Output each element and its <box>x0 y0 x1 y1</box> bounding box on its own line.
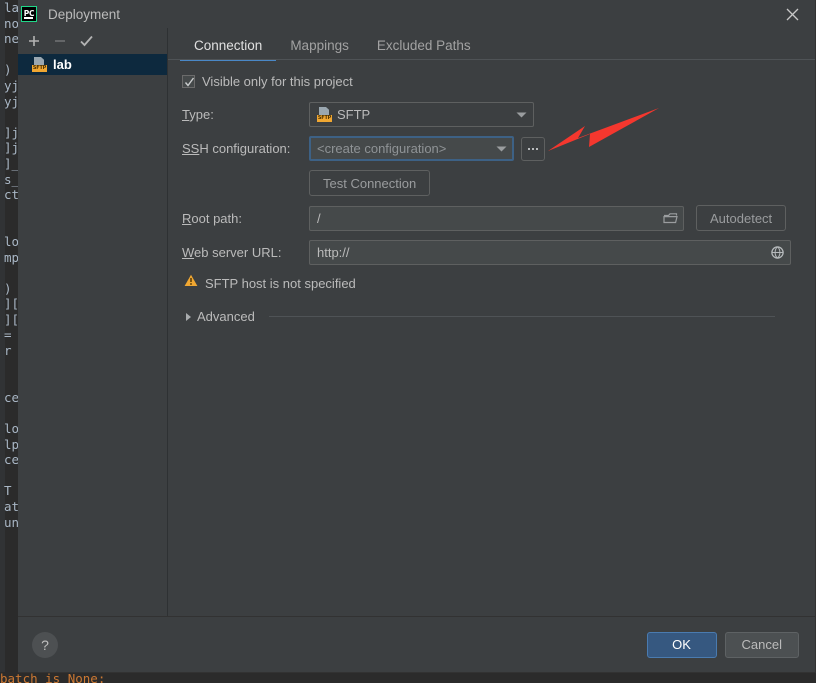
root-path-row: Root path: / Autodetect <box>182 205 795 231</box>
test-connection-row: Test Connection <box>182 170 795 196</box>
visible-only-checkbox[interactable] <box>182 75 195 88</box>
check-icon[interactable] <box>74 30 98 52</box>
tab-connection[interactable]: Connection <box>180 38 277 61</box>
close-icon[interactable] <box>769 0 815 28</box>
connection-form: Visible only for this project Type: SFTP… <box>168 60 815 324</box>
type-label: Type: <box>182 107 214 122</box>
ssh-configuration-value: <create configuration> <box>317 141 447 156</box>
deployment-servers-panel: SFTP lab <box>18 28 168 616</box>
type-combobox[interactable]: SFTP SFTP <box>309 102 534 127</box>
autodetect-button[interactable]: Autodetect <box>696 205 787 231</box>
pycharm-logo-text: PC <box>23 8 35 18</box>
root-path-value: / <box>317 210 321 226</box>
help-button[interactable]: ? <box>32 631 58 658</box>
ok-button[interactable]: OK <box>646 631 717 658</box>
tab-mappings[interactable]: Mappings <box>276 38 363 60</box>
web-server-url-row: Web server URL: http:// <box>182 240 795 265</box>
minus-icon <box>48 30 72 52</box>
plus-icon[interactable] <box>22 30 46 52</box>
type-row: Type: SFTP SFTP <box>182 102 795 127</box>
globe-icon[interactable] <box>770 245 785 260</box>
advanced-divider <box>268 316 775 317</box>
servers-list: SFTP lab <box>18 54 167 616</box>
list-item[interactable]: SFTP lab <box>18 54 167 75</box>
dialog-titlebar: PC Deployment <box>18 0 815 28</box>
ssh-configuration-row: SSH configuration: <create configuration… <box>182 136 795 161</box>
ssh-configuration-label: SSH configuration: <box>182 141 291 156</box>
warning-message: SFTP host is not specified <box>184 274 795 292</box>
editor-code-sliver: la no ne ) yj yj ]j ]j ]_ s_ ct lo mp ) … <box>4 0 18 530</box>
dialog-footer: ? OK Cancel <box>18 617 815 672</box>
dialog-body: SFTP lab Connection Mappings Excluded Pa… <box>18 28 815 617</box>
cancel-button[interactable]: Cancel <box>724 631 799 658</box>
visible-only-label: Visible only for this project <box>202 74 353 89</box>
warning-icon <box>184 274 198 292</box>
advanced-section-header[interactable]: Advanced <box>186 309 795 324</box>
editor-bottom-sliver: batch_is_None: <box>0 672 816 683</box>
sftp-icon: SFTP <box>32 57 47 72</box>
pycharm-logo-bar <box>24 17 33 19</box>
server-name-label: lab <box>53 57 72 72</box>
ssh-configuration-combobox[interactable]: <create configuration> <box>309 136 514 161</box>
root-path-label: Root path: <box>182 210 242 226</box>
web-server-url-label: Web server URL: <box>182 245 282 260</box>
web-server-url-value: http:// <box>317 245 350 260</box>
warning-text: SFTP host is not specified <box>205 275 356 291</box>
deployment-dialog: PC Deployment SFTP lab Connection Mappin… <box>18 0 816 673</box>
pycharm-logo-icon: PC <box>21 6 37 22</box>
type-value: SFTP <box>337 107 371 122</box>
chevron-right-icon <box>186 312 191 321</box>
tab-excluded-paths[interactable]: Excluded Paths <box>363 38 485 60</box>
root-path-input[interactable]: / <box>309 205 684 231</box>
folder-icon[interactable] <box>663 212 678 225</box>
sftp-icon: SFTP <box>317 107 332 122</box>
servers-toolbar <box>18 28 167 54</box>
screen: la no ne ) yj yj ]j ]j ]_ s_ ct lo mp ) … <box>0 0 816 683</box>
advanced-label: Advanced <box>197 309 255 324</box>
ssh-browse-button[interactable] <box>521 136 545 161</box>
visible-only-row[interactable]: Visible only for this project <box>182 74 795 89</box>
connection-settings-panel: Connection Mappings Excluded Paths Visib… <box>168 28 815 616</box>
ellipsis-icon <box>528 147 538 150</box>
test-connection-button[interactable]: Test Connection <box>309 170 431 196</box>
dialog-title: Deployment <box>48 6 121 22</box>
web-server-url-input[interactable]: http:// <box>309 240 791 265</box>
chevron-down-icon <box>488 145 507 153</box>
chevron-down-icon <box>508 111 527 119</box>
settings-tabs: Connection Mappings Excluded Paths <box>168 28 815 61</box>
